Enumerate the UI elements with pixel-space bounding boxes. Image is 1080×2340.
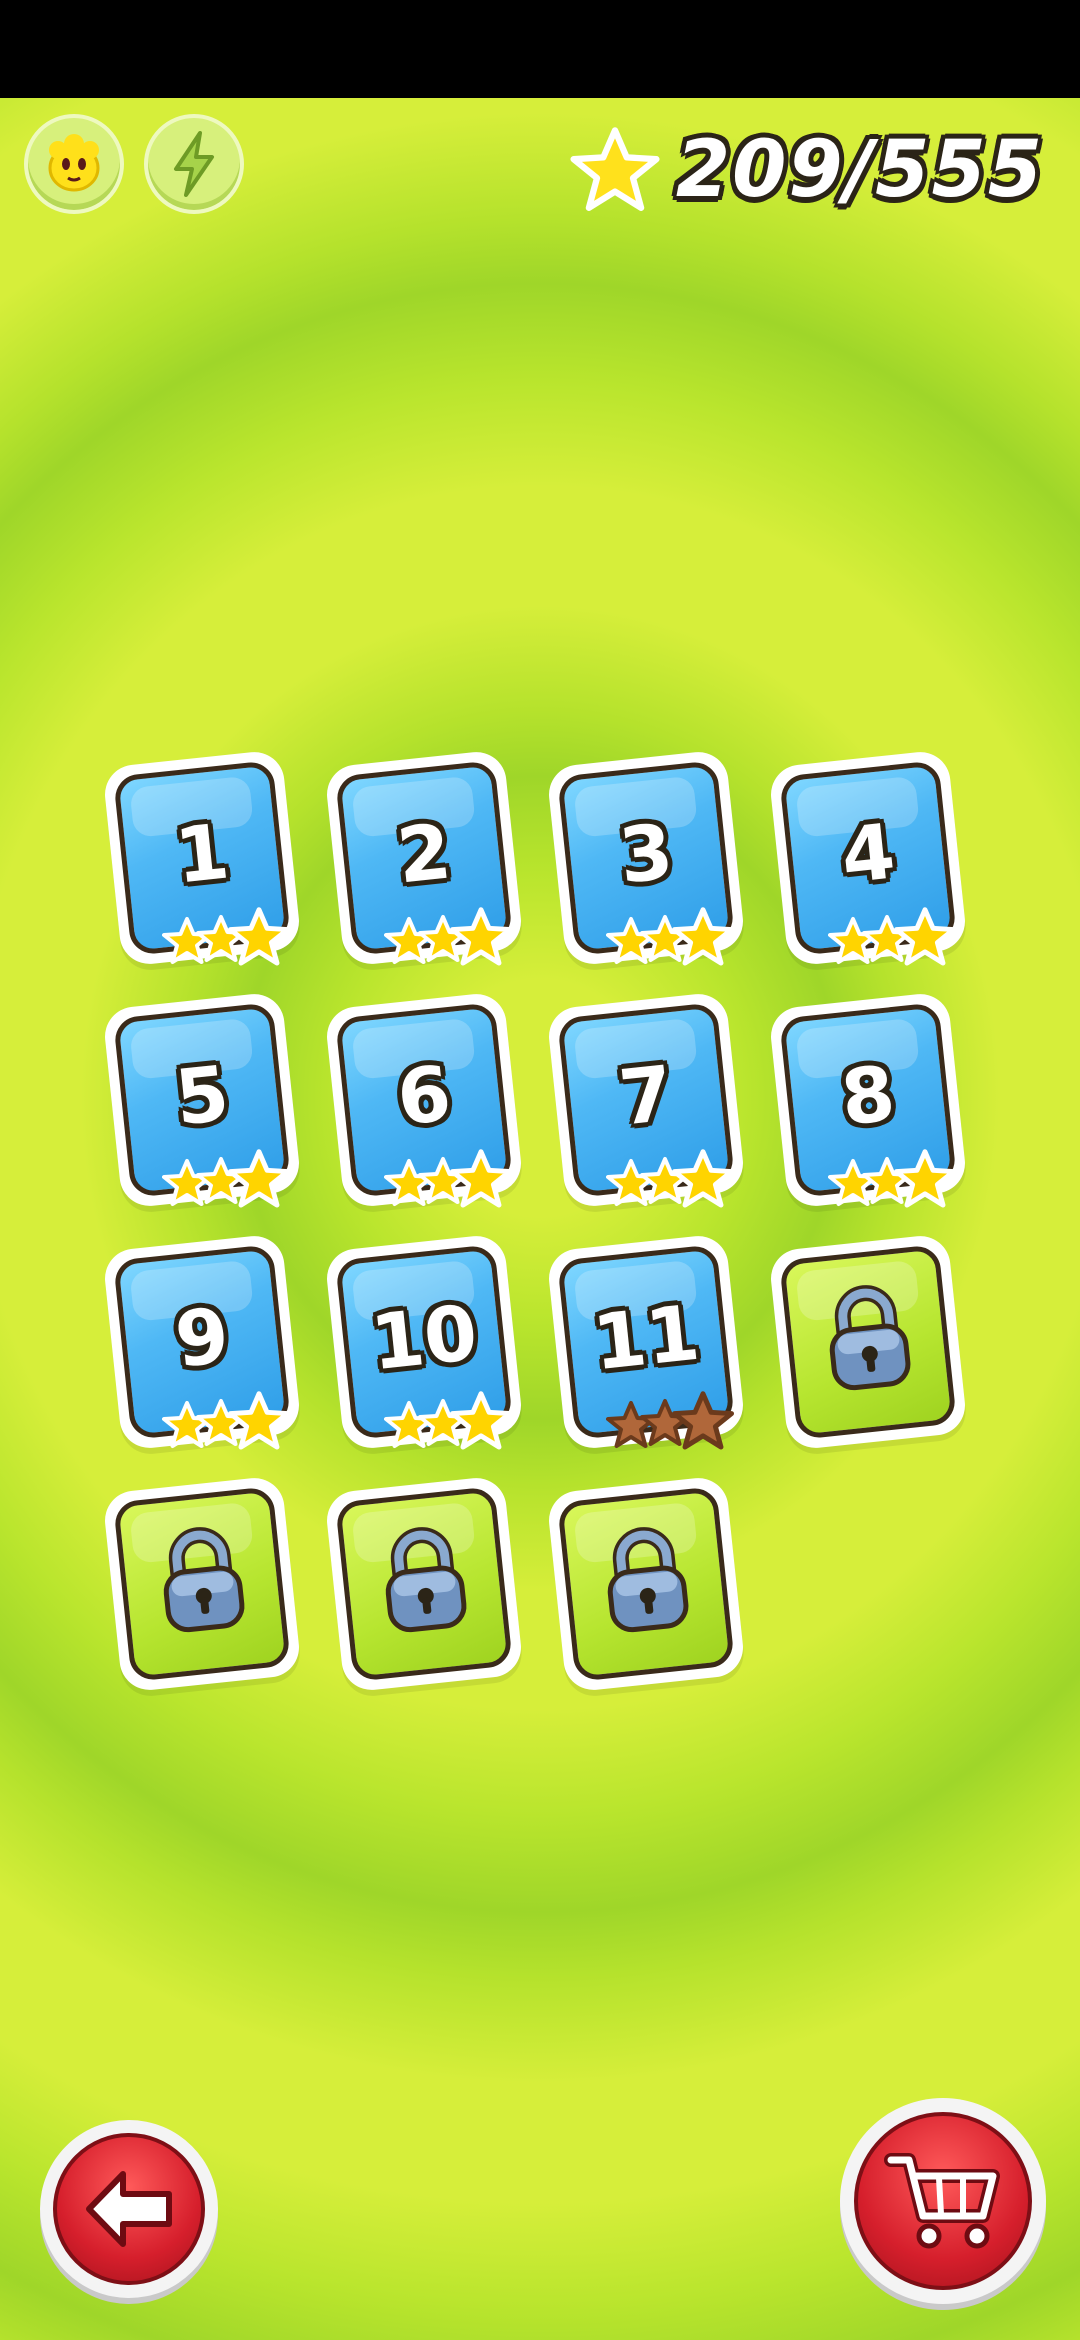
level-card[interactable]: 10 bbox=[324, 1233, 524, 1452]
arrow-left-icon bbox=[86, 2171, 172, 2247]
status-bar bbox=[0, 0, 1080, 98]
gold-star-icon bbox=[228, 1149, 290, 1208]
gold-star-icon bbox=[450, 1391, 512, 1450]
lightning-icon bbox=[174, 131, 214, 197]
stars-collected-text: 209/555 bbox=[675, 125, 1044, 215]
level-card[interactable]: 4 bbox=[768, 749, 968, 968]
gold-star-icon bbox=[228, 907, 290, 966]
gold-star-icon bbox=[450, 1149, 512, 1208]
level-stars bbox=[606, 1148, 736, 1214]
level-select-screen: 209/555 1 2 3 4 5 6 7 8 9 10 11 bbox=[0, 98, 1080, 2340]
gold-star-icon bbox=[894, 1149, 956, 1208]
shop-button[interactable] bbox=[840, 2098, 1046, 2304]
level-stars bbox=[828, 1148, 958, 1214]
level-card[interactable]: 8 bbox=[768, 991, 968, 1210]
level-stars bbox=[828, 906, 958, 972]
gold-star-icon bbox=[450, 907, 512, 966]
locked-level-card[interactable] bbox=[546, 1475, 746, 1694]
level-stars bbox=[384, 1390, 514, 1456]
level-stars bbox=[606, 1390, 736, 1456]
level-card[interactable]: 1 bbox=[102, 749, 302, 968]
lock-icon bbox=[385, 1527, 467, 1633]
star-counter: 209/555 bbox=[570, 120, 1044, 220]
power-button[interactable] bbox=[144, 114, 244, 214]
level-card[interactable]: 5 bbox=[102, 991, 302, 1210]
bronze-star-icon bbox=[672, 1391, 734, 1450]
level-card[interactable]: 6 bbox=[324, 991, 524, 1210]
level-stars bbox=[162, 1390, 292, 1456]
lock-icon bbox=[829, 1285, 911, 1391]
locked-level-card[interactable] bbox=[768, 1233, 968, 1452]
gold-star-icon bbox=[894, 907, 956, 966]
level-stars bbox=[384, 1148, 514, 1214]
character-button[interactable] bbox=[24, 114, 124, 214]
level-card[interactable]: 11 bbox=[546, 1233, 746, 1452]
level-card[interactable]: 7 bbox=[546, 991, 746, 1210]
level-stars bbox=[162, 1148, 292, 1214]
shopping-cart-icon bbox=[884, 2153, 1000, 2249]
locked-level-card[interactable] bbox=[324, 1475, 524, 1694]
level-stars bbox=[384, 906, 514, 972]
gold-star-icon bbox=[228, 1391, 290, 1450]
level-stars bbox=[162, 906, 292, 972]
star-icon bbox=[570, 127, 660, 211]
level-card[interactable]: 9 bbox=[102, 1233, 302, 1452]
level-card[interactable]: 2 bbox=[324, 749, 524, 968]
locked-level-card[interactable] bbox=[102, 1475, 302, 1694]
level-card[interactable]: 3 bbox=[546, 749, 746, 968]
gold-star-icon bbox=[672, 907, 734, 966]
back-button[interactable] bbox=[40, 2120, 218, 2298]
level-stars bbox=[606, 906, 736, 972]
gold-star-icon bbox=[672, 1149, 734, 1208]
lock-icon bbox=[607, 1527, 689, 1633]
lock-icon bbox=[163, 1527, 245, 1633]
character-icon bbox=[48, 134, 100, 192]
